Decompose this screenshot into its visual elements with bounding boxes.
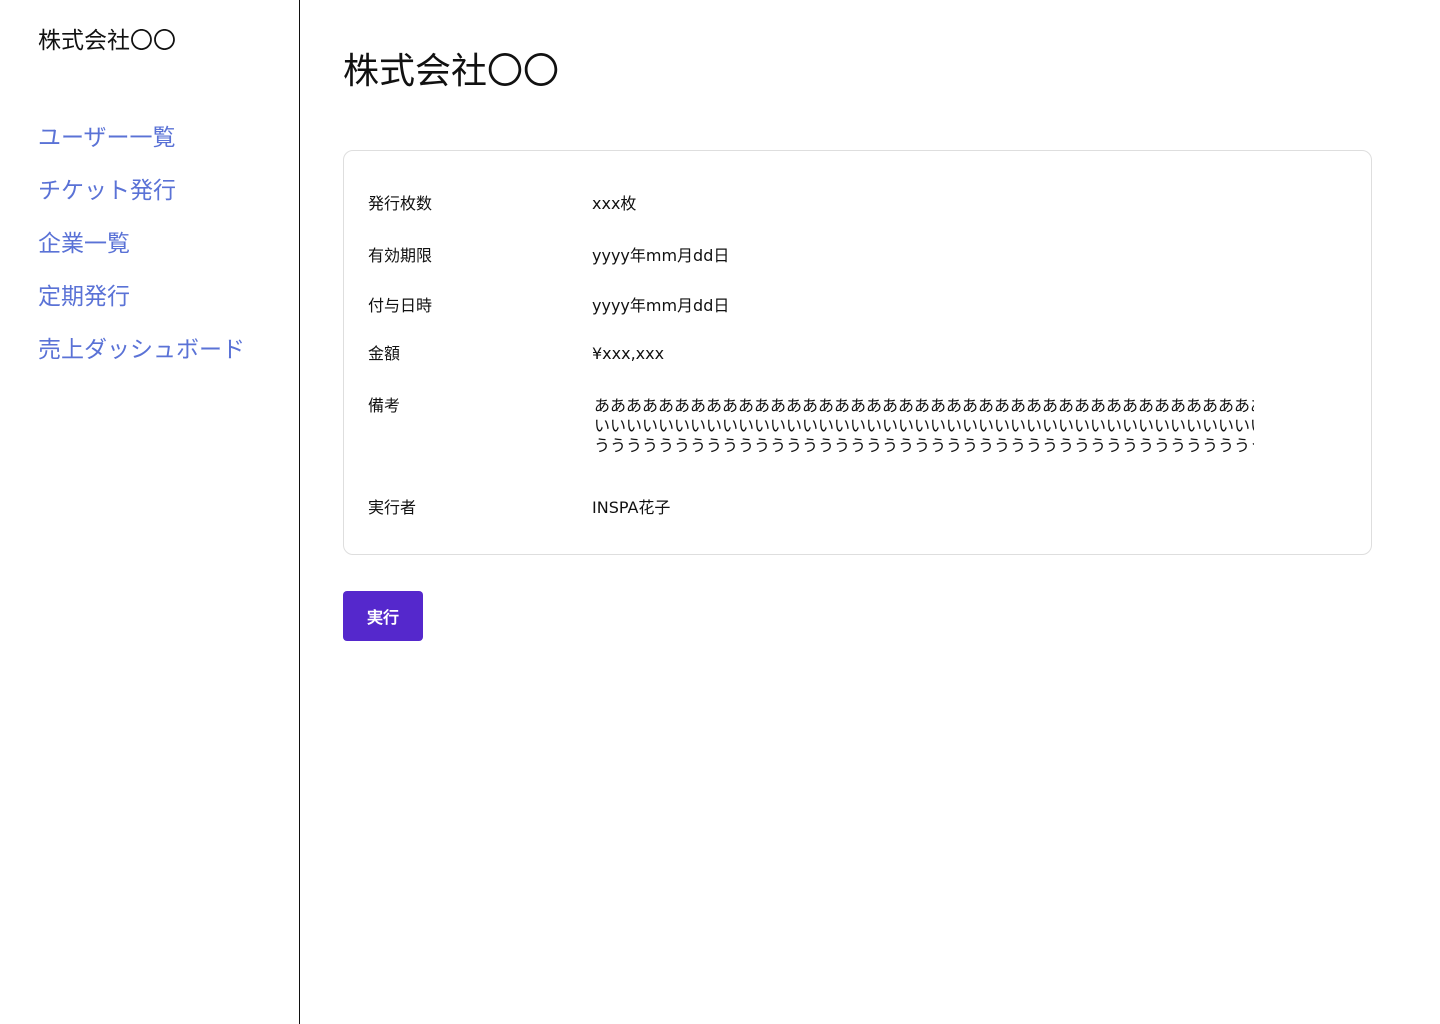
notes-text: ああああああああああああああああああああああああああああああああああああああああ… (594, 396, 1254, 456)
detail-label: 金額 (368, 344, 401, 363)
sidebar-item-regular-issue[interactable]: 定期発行 (38, 281, 245, 313)
notes-line: ああああああああああああああああああああああああああああああああああああああああ… (594, 396, 1254, 415)
details-card: 発行枚数 xxx枚 有効期限 yyyy年mm月dd日 付与日時 yyyy年mm月… (343, 150, 1372, 555)
sidebar: 株式会社〇〇 ユーザー一覧 チケット発行 企業一覧 定期発行 売上ダッシュボード (0, 0, 300, 1024)
sidebar-item-company-list[interactable]: 企業一覧 (38, 228, 245, 260)
detail-value: yyyy年mm月dd日 (592, 296, 730, 315)
notes-line: うううううううううううううううううううううううううううううううううううううううう… (594, 436, 1254, 455)
detail-value: INSPA花子 (592, 498, 671, 517)
main-content: 株式会社〇〇 発行枚数 xxx枚 有効期限 yyyy年mm月dd日 付与日時 y… (301, 0, 1440, 1024)
execute-button[interactable]: 実行 (343, 591, 423, 641)
detail-label: 有効期限 (368, 246, 433, 265)
sidebar-brand: 株式会社〇〇 (38, 28, 176, 54)
detail-label: 発行枚数 (368, 194, 433, 213)
app-root: 株式会社〇〇 ユーザー一覧 チケット発行 企業一覧 定期発行 売上ダッシュボード… (0, 0, 1440, 1024)
detail-label: 付与日時 (368, 296, 433, 315)
sidebar-nav: ユーザー一覧 チケット発行 企業一覧 定期発行 売上ダッシュボード (38, 122, 245, 387)
notes-line: いいいいいいいいいいいいいいいいいいいいいいいいいいいいいいいいいいいいいいいい… (594, 416, 1254, 435)
detail-value: xxx枚 (592, 194, 637, 213)
sidebar-item-ticket-issue[interactable]: チケット発行 (38, 175, 245, 207)
detail-value: ¥xxx,xxx (592, 344, 665, 363)
detail-value: yyyy年mm月dd日 (592, 246, 730, 265)
detail-label: 実行者 (368, 498, 417, 517)
detail-row-notes: 備考 あああああああああああああああああああああああああああああああああああああ… (368, 396, 1347, 456)
page-title: 株式会社〇〇 (343, 51, 560, 92)
sidebar-item-user-list[interactable]: ユーザー一覧 (38, 122, 245, 154)
sidebar-item-sales-dashboard[interactable]: 売上ダッシュボード (38, 334, 245, 366)
detail-label: 備考 (368, 396, 401, 415)
